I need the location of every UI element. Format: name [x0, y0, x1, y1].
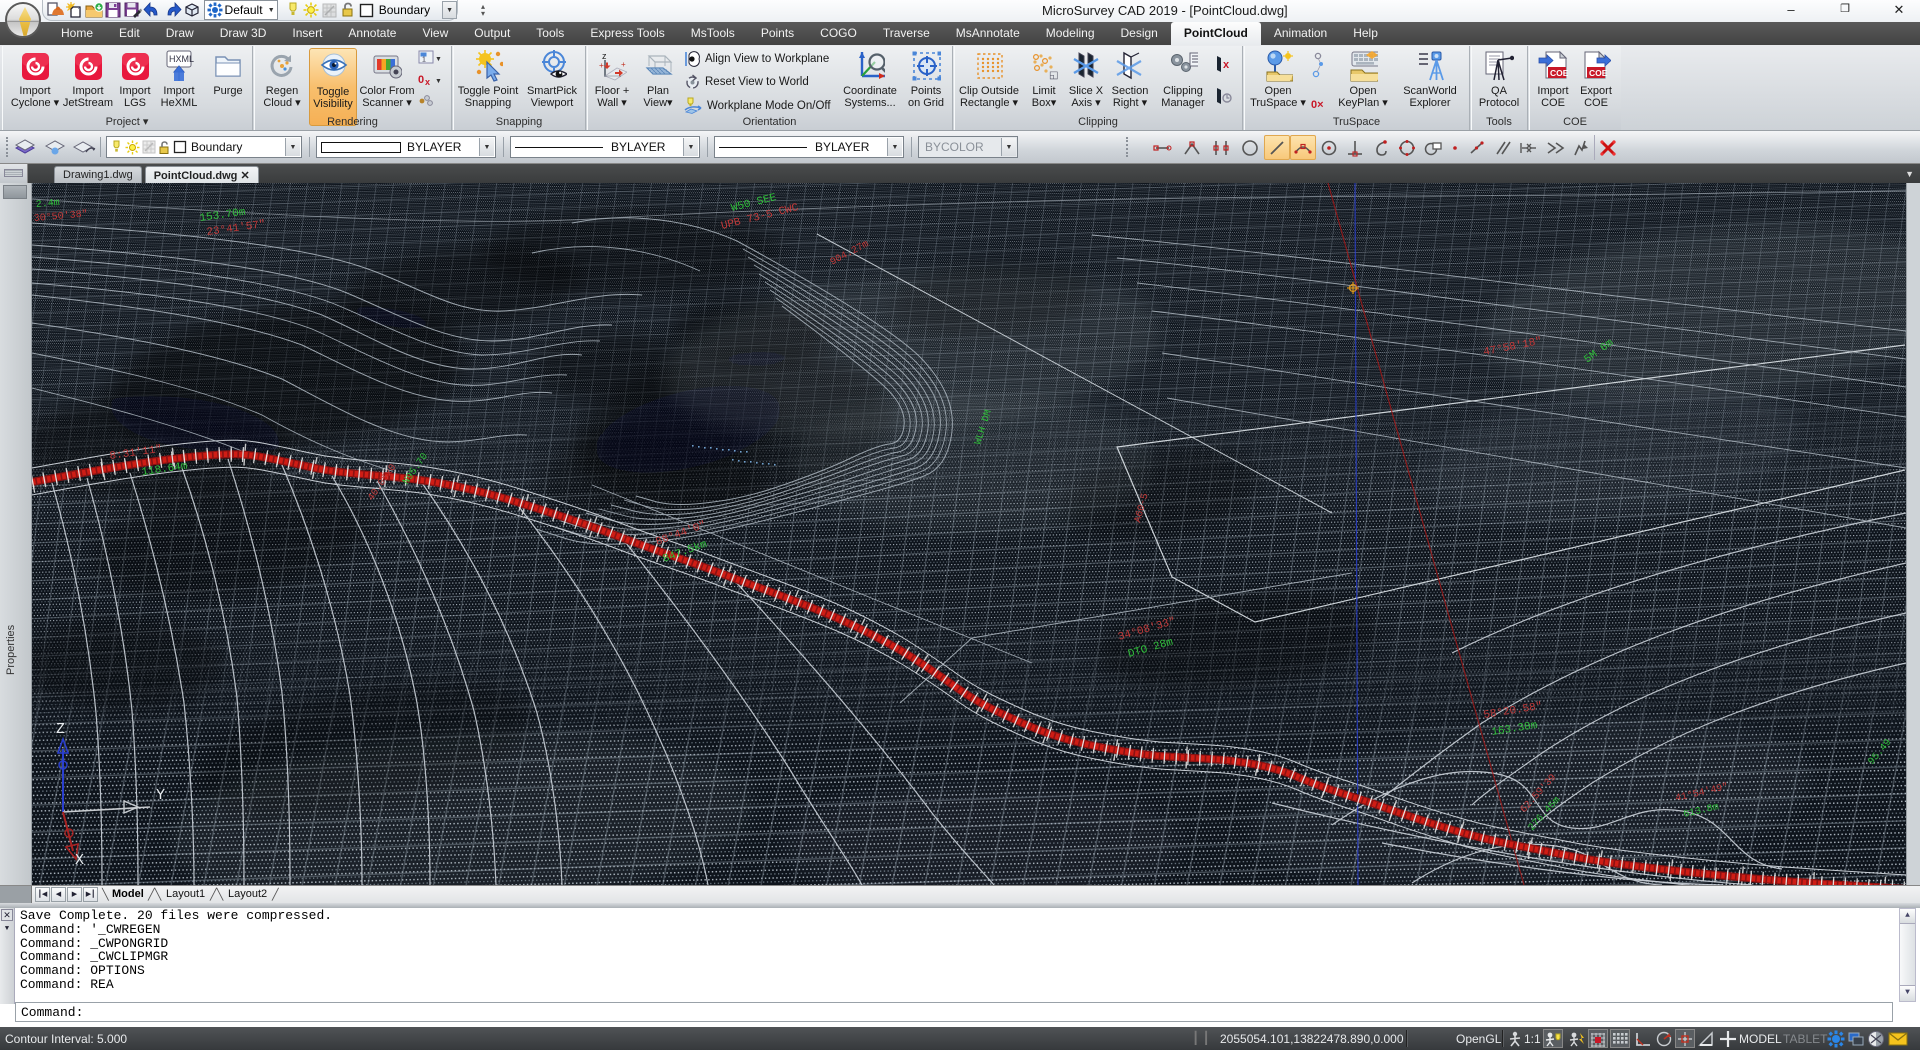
svg-text:+: + [621, 60, 626, 69]
svg-text:◱: ◱ [1049, 70, 1058, 81]
svg-text:0×: 0× [1311, 99, 1324, 111]
svg-text:HXML: HXML [169, 54, 194, 64]
svg-text:Y: Y [156, 787, 165, 804]
svg-text:0: 0 [418, 74, 424, 86]
svg-text:COE: COE [1550, 68, 1568, 78]
svg-text:COE: COE [1589, 68, 1608, 78]
svg-text:1: 1 [422, 57, 426, 64]
svg-text:Z: Z [56, 721, 65, 738]
svg-text:+: + [599, 61, 604, 70]
svg-text:x: x [425, 77, 430, 87]
svg-text:x: x [1223, 59, 1230, 71]
svg-text:2.4m: 2.4m [35, 198, 60, 211]
svg-text:X: X [75, 852, 84, 869]
svg-text:z: z [602, 51, 607, 61]
